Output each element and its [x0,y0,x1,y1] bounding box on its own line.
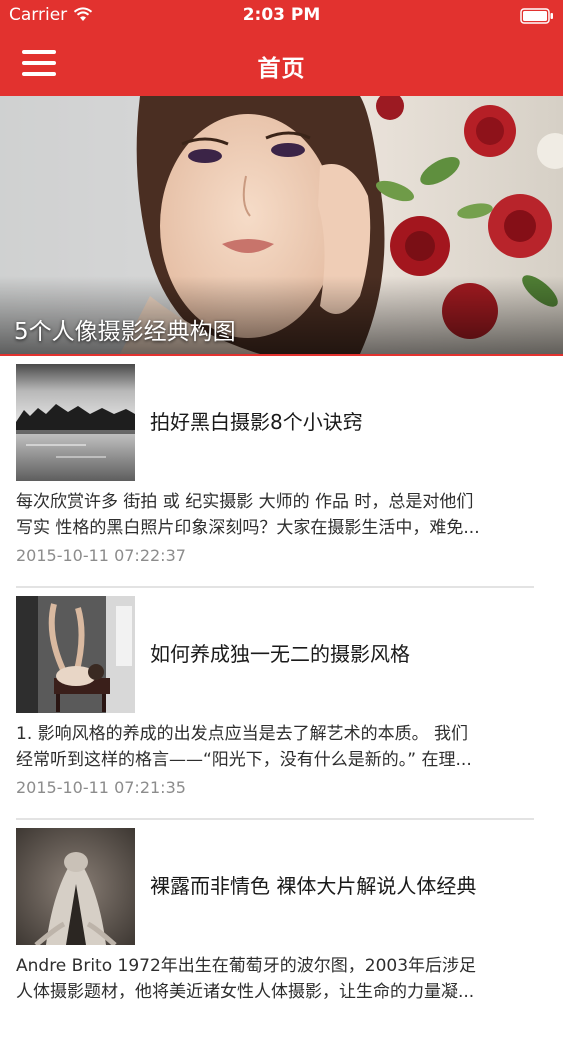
article-thumbnail [16,364,135,481]
article-item[interactable]: 如何养成独一无二的摄影风格 1. 影响风格的养成的出发点应当是去了解艺术的本质。… [0,588,563,820]
article-summary: 每次欣赏许多 街拍 或 纪实摄影 大师的 作品 时，总是对他们 写实 性格的黑白… [16,492,480,538]
article-thumbnail [16,828,135,945]
article-item[interactable]: 拍好黑白摄影8个小诀窍 每次欣赏许多 街拍 或 纪实摄影 大师的 作品 时，总是… [0,356,563,588]
status-bar: Carrier 2:03 PM [0,0,563,32]
featured-banner[interactable]: 5个人像摄影经典构图 [0,96,563,354]
article-title: 如何养成独一无二的摄影风格 [150,642,410,666]
page-title: 首页 [257,56,306,82]
article-date: 2015-10-11 07:22:37 [16,546,186,565]
article-thumbnail [16,596,135,713]
navigation-bar: 首页 [0,32,563,96]
article-summary: Andre Brito 1972年出生在葡萄牙的波尔图，2003年后涉足 人体摄… [16,956,477,1002]
article-title: 拍好黑白摄影8个小诀窍 [150,410,363,434]
article-date: 2015-10-11 07:21:35 [16,778,186,797]
article-item[interactable]: 裸露而非情色 裸体大片解说人体经典 Andre Brito 1972年出生在葡萄… [0,820,563,1052]
battery-icon [520,8,553,24]
article-summary: 1. 影响风格的养成的出发点应当是去了解艺术的本质。 我们 经常听到这样的格言—… [16,724,472,770]
article-title: 裸露而非情色 裸体大片解说人体经典 [150,874,477,898]
banner-title: 5个人像摄影经典构图 [14,319,236,345]
status-time: 2:03 PM [242,5,321,25]
